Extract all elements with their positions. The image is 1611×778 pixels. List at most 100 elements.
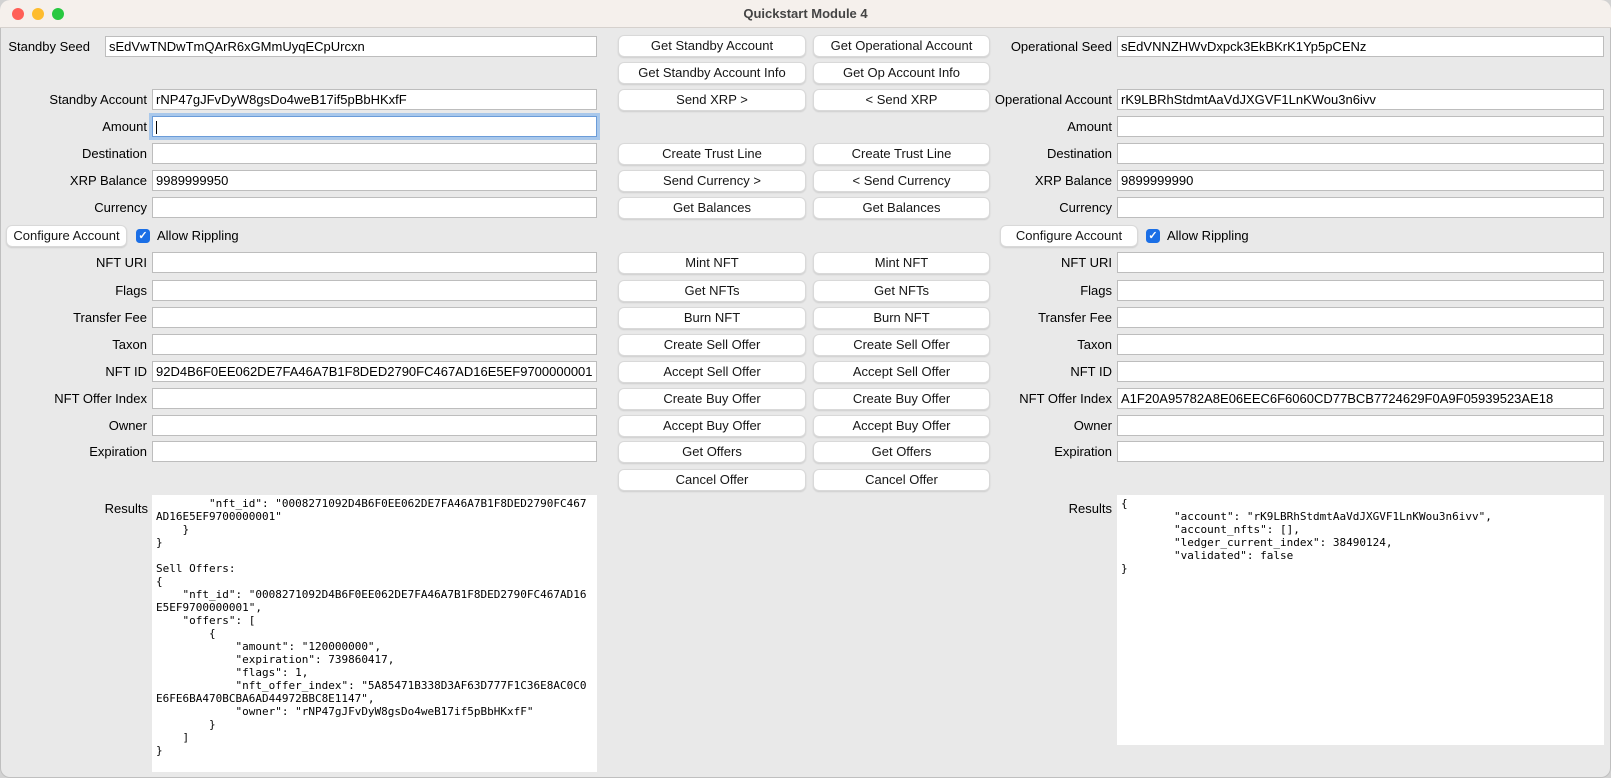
operational-create-sell-offer-button[interactable]: Create Sell Offer bbox=[813, 334, 990, 356]
operational-destination-field[interactable] bbox=[1117, 143, 1604, 164]
standby-create-sell-offer-button[interactable]: Create Sell Offer bbox=[618, 334, 806, 356]
operational-allow-rippling-label: Allow Rippling bbox=[1167, 225, 1249, 246]
minimize-icon[interactable] bbox=[32, 8, 44, 20]
standby-mint-nft-button[interactable]: Mint NFT bbox=[618, 252, 806, 274]
operational-cancel-offer-button[interactable]: Cancel Offer bbox=[813, 469, 990, 491]
get-standby-account-info-button[interactable]: Get Standby Account Info bbox=[618, 62, 806, 84]
operational-nft-offer-index-field[interactable]: A1F20A95782A8E06EEC6F6060CD77BCB7724629F… bbox=[1117, 388, 1604, 409]
standby-accept-buy-offer-button[interactable]: Accept Buy Offer bbox=[618, 415, 806, 437]
operational-currency-field[interactable] bbox=[1117, 197, 1604, 218]
operational-expiration-label: Expiration bbox=[965, 441, 1112, 462]
standby-send-currency-button[interactable]: Send Currency > bbox=[618, 170, 806, 192]
standby-flags-field[interactable] bbox=[152, 280, 597, 301]
standby-owner-field[interactable] bbox=[152, 415, 597, 436]
standby-results-label: Results bbox=[50, 498, 148, 519]
standby-transfer-fee-field[interactable] bbox=[152, 307, 597, 328]
standby-amount-label: Amount bbox=[0, 116, 147, 137]
standby-nft-id-field[interactable]: 92D4B6F0EE062DE7FA46A7B1F8DED2790FC467AD… bbox=[152, 361, 597, 382]
standby-seed-label: Standby Seed bbox=[0, 36, 90, 57]
operational-expiration-field[interactable] bbox=[1117, 441, 1604, 462]
standby-amount-field[interactable] bbox=[152, 116, 597, 137]
operational-create-buy-offer-button[interactable]: Create Buy Offer bbox=[813, 388, 990, 410]
standby-accept-sell-offer-button[interactable]: Accept Sell Offer bbox=[618, 361, 806, 383]
standby-xrp-balance-label: XRP Balance bbox=[0, 170, 147, 191]
standby-nft-uri-label: NFT URI bbox=[0, 252, 147, 273]
operational-seed-label: Operational Seed bbox=[965, 36, 1112, 57]
standby-create-buy-offer-button[interactable]: Create Buy Offer bbox=[618, 388, 806, 410]
operational-results-textarea[interactable]: { "account": "rK9LBRhStdmtAaVdJXGVF1LnKW… bbox=[1117, 495, 1604, 745]
titlebar: Quickstart Module 4 bbox=[0, 0, 1611, 28]
operational-transfer-fee-label: Transfer Fee bbox=[965, 307, 1112, 328]
standby-results-textarea[interactable]: "nft_id": "0008271092D4B6F0EE062DE7FA46A… bbox=[152, 495, 597, 772]
standby-nft-uri-field[interactable] bbox=[152, 252, 597, 273]
standby-burn-nft-button[interactable]: Burn NFT bbox=[618, 307, 806, 329]
operational-taxon-field[interactable] bbox=[1117, 334, 1604, 355]
standby-create-trust-line-button[interactable]: Create Trust Line bbox=[618, 143, 806, 165]
operational-allow-rippling-checkbox[interactable] bbox=[1146, 229, 1160, 243]
operational-send-currency-button[interactable]: < Send Currency bbox=[813, 170, 990, 192]
standby-get-balances-button[interactable]: Get Balances bbox=[618, 197, 806, 219]
operational-amount-label: Amount bbox=[965, 116, 1112, 137]
operational-get-nfts-button[interactable]: Get NFTs bbox=[813, 280, 990, 302]
operational-owner-field[interactable] bbox=[1117, 415, 1604, 436]
standby-account-field[interactable]: rNP47gJFvDyW8gsDo4weB17if5pBbHKxfF bbox=[152, 89, 597, 110]
operational-results-label: Results bbox=[965, 498, 1112, 519]
standby-owner-label: Owner bbox=[0, 415, 147, 436]
standby-cancel-offer-button[interactable]: Cancel Offer bbox=[618, 469, 806, 491]
operational-amount-field[interactable] bbox=[1117, 116, 1604, 137]
operational-send-xrp-button[interactable]: < Send XRP bbox=[813, 89, 990, 111]
operational-xrp-balance-label: XRP Balance bbox=[965, 170, 1112, 191]
standby-currency-field[interactable] bbox=[152, 197, 597, 218]
operational-account-field[interactable]: rK9LBRhStdmtAaVdJXGVF1LnKWou3n6ivv bbox=[1117, 89, 1604, 110]
standby-destination-field[interactable] bbox=[152, 143, 597, 164]
standby-xrp-balance-field[interactable]: 9989999950 bbox=[152, 170, 597, 191]
text-cursor bbox=[156, 121, 157, 134]
standby-currency-label: Currency bbox=[0, 197, 147, 218]
standby-seed-field[interactable]: sEdVwTNDwTmQArR6xGMmUyqECpUrcxn bbox=[105, 36, 597, 57]
window-title: Quickstart Module 4 bbox=[0, 0, 1611, 27]
standby-destination-label: Destination bbox=[0, 143, 147, 164]
standby-nft-id-label: NFT ID bbox=[0, 361, 147, 382]
operational-nft-uri-label: NFT URI bbox=[965, 252, 1112, 273]
standby-taxon-field[interactable] bbox=[152, 334, 597, 355]
operational-nft-offer-index-label: NFT Offer Index bbox=[965, 388, 1112, 409]
operational-accept-sell-offer-button[interactable]: Accept Sell Offer bbox=[813, 361, 990, 383]
standby-taxon-label: Taxon bbox=[0, 334, 147, 355]
operational-transfer-fee-field[interactable] bbox=[1117, 307, 1604, 328]
operational-accept-buy-offer-button[interactable]: Accept Buy Offer bbox=[813, 415, 990, 437]
operational-burn-nft-button[interactable]: Burn NFT bbox=[813, 307, 990, 329]
standby-allow-rippling-checkbox[interactable] bbox=[136, 229, 150, 243]
operational-flags-label: Flags bbox=[965, 280, 1112, 301]
get-standby-account-button[interactable]: Get Standby Account bbox=[618, 35, 806, 57]
standby-nft-offer-index-label: NFT Offer Index bbox=[0, 388, 147, 409]
operational-xrp-balance-field[interactable]: 9899999990 bbox=[1117, 170, 1604, 191]
standby-get-nfts-button[interactable]: Get NFTs bbox=[618, 280, 806, 302]
standby-account-label: Standby Account bbox=[0, 89, 147, 110]
standby-nft-offer-index-field[interactable] bbox=[152, 388, 597, 409]
operational-get-balances-button[interactable]: Get Balances bbox=[813, 197, 990, 219]
operational-seed-field[interactable]: sEdVNNZHWvDxpck3EkBKrK1Yp5pCENz bbox=[1117, 36, 1604, 57]
operational-flags-field[interactable] bbox=[1117, 280, 1604, 301]
close-icon[interactable] bbox=[12, 8, 24, 20]
operational-mint-nft-button[interactable]: Mint NFT bbox=[813, 252, 990, 274]
operational-currency-label: Currency bbox=[965, 197, 1112, 218]
operational-destination-label: Destination bbox=[965, 143, 1112, 164]
standby-expiration-field[interactable] bbox=[152, 441, 597, 462]
operational-configure-account-button[interactable]: Configure Account bbox=[1000, 225, 1138, 247]
standby-configure-account-button[interactable]: Configure Account bbox=[6, 225, 127, 247]
operational-get-offers-button[interactable]: Get Offers bbox=[813, 441, 990, 463]
operational-account-label: Operational Account bbox=[965, 89, 1112, 110]
operational-nft-uri-field[interactable] bbox=[1117, 252, 1604, 273]
get-operational-account-button[interactable]: Get Operational Account bbox=[813, 35, 990, 57]
operational-create-trust-line-button[interactable]: Create Trust Line bbox=[813, 143, 990, 165]
operational-owner-label: Owner bbox=[965, 415, 1112, 436]
zoom-icon[interactable] bbox=[52, 8, 64, 20]
standby-send-xrp-button[interactable]: Send XRP > bbox=[618, 89, 806, 111]
operational-nft-id-label: NFT ID bbox=[965, 361, 1112, 382]
get-op-account-info-button[interactable]: Get Op Account Info bbox=[813, 62, 990, 84]
operational-taxon-label: Taxon bbox=[965, 334, 1112, 355]
operational-nft-id-field[interactable] bbox=[1117, 361, 1604, 382]
standby-allow-rippling-label: Allow Rippling bbox=[157, 225, 239, 246]
standby-transfer-fee-label: Transfer Fee bbox=[0, 307, 147, 328]
standby-get-offers-button[interactable]: Get Offers bbox=[618, 441, 806, 463]
